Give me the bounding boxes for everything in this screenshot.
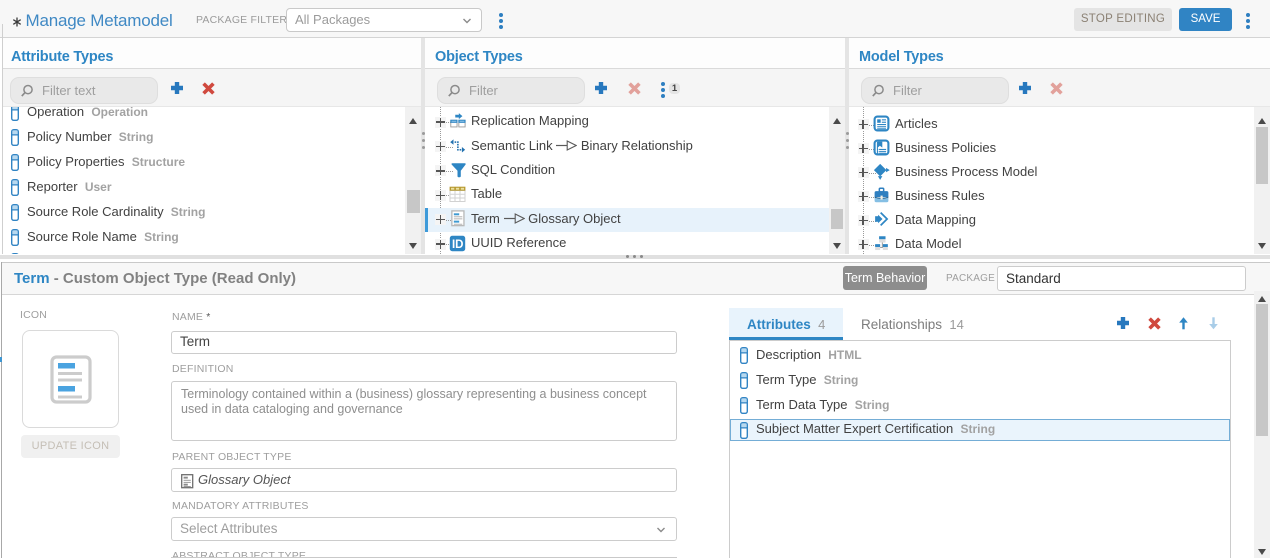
svg-text:ID: ID xyxy=(452,239,464,251)
